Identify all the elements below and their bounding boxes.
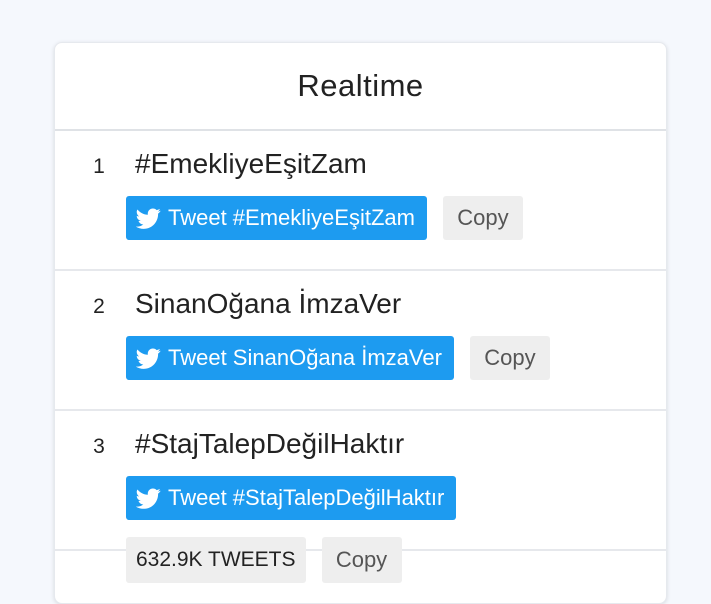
tweet-button[interactable]: Tweet #EmekliyeEşitZam [126, 196, 427, 240]
copy-button[interactable]: Copy [442, 196, 523, 240]
trend-rank: 2 [93, 295, 105, 318]
trend-topic[interactable]: #EmekliyeEşitZam [135, 148, 367, 180]
twitter-bird-icon [136, 208, 161, 229]
card-header: Realtime [55, 43, 666, 131]
trend-topic[interactable]: #StajTalepDeğilHaktır [135, 428, 404, 460]
tweet-button-label: Tweet #StajTalepDeğilHaktır [168, 485, 445, 510]
tweet-button-label: Tweet SinanOğana İmzaVer [168, 345, 442, 370]
trend-actions: Tweet #EmekliyeEşitZam Copy [126, 196, 523, 240]
tweet-button-label: Tweet #EmekliyeEşitZam [168, 205, 415, 230]
trend-actions: Tweet SinanOğana İmzaVer Copy [126, 336, 550, 380]
trend-rank: 1 [93, 155, 105, 178]
card-title: Realtime [297, 68, 424, 103]
trend-row: 1 #EmekliyeEşitZam Tweet #EmekliyeEşitZa… [55, 131, 666, 271]
tweet-count-badge: 632.9K TWEETS [126, 537, 306, 583]
trends-card: Realtime 1 #EmekliyeEşitZam Tweet #Emekl… [54, 42, 667, 604]
copy-button[interactable]: Copy [321, 537, 402, 583]
twitter-bird-icon [136, 488, 161, 509]
trend-topic[interactable]: SinanOğana İmzaVer [135, 288, 401, 320]
trend-rank: 3 [93, 435, 105, 458]
twitter-bird-icon [136, 348, 161, 369]
copy-button[interactable]: Copy [469, 336, 550, 380]
tweet-button[interactable]: Tweet #StajTalepDeğilHaktır [126, 476, 457, 520]
trend-meta: 632.9K TWEETS Copy [126, 537, 402, 583]
tweet-button[interactable]: Tweet SinanOğana İmzaVer [126, 336, 454, 380]
trend-actions: Tweet #StajTalepDeğilHaktır [126, 476, 457, 520]
trend-row: 3 #StajTalepDeğilHaktır Tweet #StajTalep… [55, 411, 666, 583]
trend-row: 2 SinanOğana İmzaVer Tweet SinanOğana İm… [55, 271, 666, 411]
